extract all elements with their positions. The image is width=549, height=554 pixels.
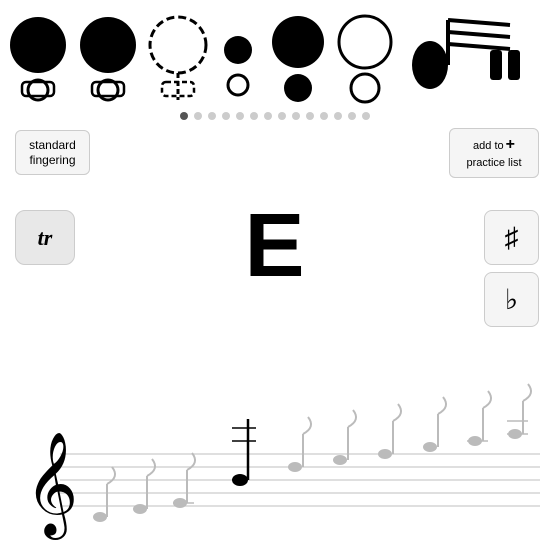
finger-hole-5b bbox=[284, 74, 312, 102]
dot-1[interactable] bbox=[180, 112, 188, 120]
practice-list-label-line1: add to bbox=[473, 139, 504, 153]
staff-svg: 𝄞 bbox=[0, 359, 549, 549]
standard-fingering-button[interactable]: standard fingering bbox=[15, 130, 90, 175]
dot-2[interactable] bbox=[194, 112, 202, 120]
add-to-practice-list-button[interactable]: add to + practice list bbox=[449, 128, 539, 178]
finger-hole-6 bbox=[339, 16, 391, 68]
finger-hole-2 bbox=[80, 17, 136, 73]
finger-hole-1 bbox=[10, 17, 66, 73]
dot-7[interactable] bbox=[264, 112, 272, 120]
standard-fingering-label-line1: standard bbox=[29, 138, 76, 152]
dot-10[interactable] bbox=[306, 112, 314, 120]
finger-hole-7 bbox=[412, 41, 448, 89]
finger-hole-3 bbox=[150, 17, 206, 73]
treble-clef-symbol: 𝄞 bbox=[25, 433, 78, 540]
practice-list-plus-icon: + bbox=[506, 135, 515, 156]
flat-button[interactable]: ♭ bbox=[484, 272, 539, 327]
dot-5[interactable] bbox=[236, 112, 244, 120]
dot-13[interactable] bbox=[348, 112, 356, 120]
page-dots bbox=[180, 112, 370, 120]
finger-hole-4a bbox=[224, 36, 252, 64]
dot-11[interactable] bbox=[320, 112, 328, 120]
staff-area: 𝄞 bbox=[0, 359, 549, 549]
dot-14[interactable] bbox=[362, 112, 370, 120]
dot-8[interactable] bbox=[278, 112, 286, 120]
flat-icon: ♭ bbox=[505, 283, 518, 316]
trill-button[interactable]: tr bbox=[15, 210, 75, 265]
sharp-icon: ♯ bbox=[505, 222, 519, 254]
sharp-button[interactable]: ♯ bbox=[484, 210, 539, 265]
practice-list-label-line2: practice list bbox=[466, 156, 521, 170]
dot-3[interactable] bbox=[208, 112, 216, 120]
fingering-diagram bbox=[0, 0, 549, 110]
finger-hole-5a bbox=[272, 16, 324, 68]
dot-6[interactable] bbox=[250, 112, 258, 120]
trill-label: tr bbox=[38, 225, 53, 251]
dot-12[interactable] bbox=[334, 112, 342, 120]
standard-fingering-label-line2: fingering bbox=[29, 153, 76, 167]
dot-4[interactable] bbox=[222, 112, 230, 120]
dot-9[interactable] bbox=[292, 112, 300, 120]
note-letter: E bbox=[244, 195, 304, 298]
